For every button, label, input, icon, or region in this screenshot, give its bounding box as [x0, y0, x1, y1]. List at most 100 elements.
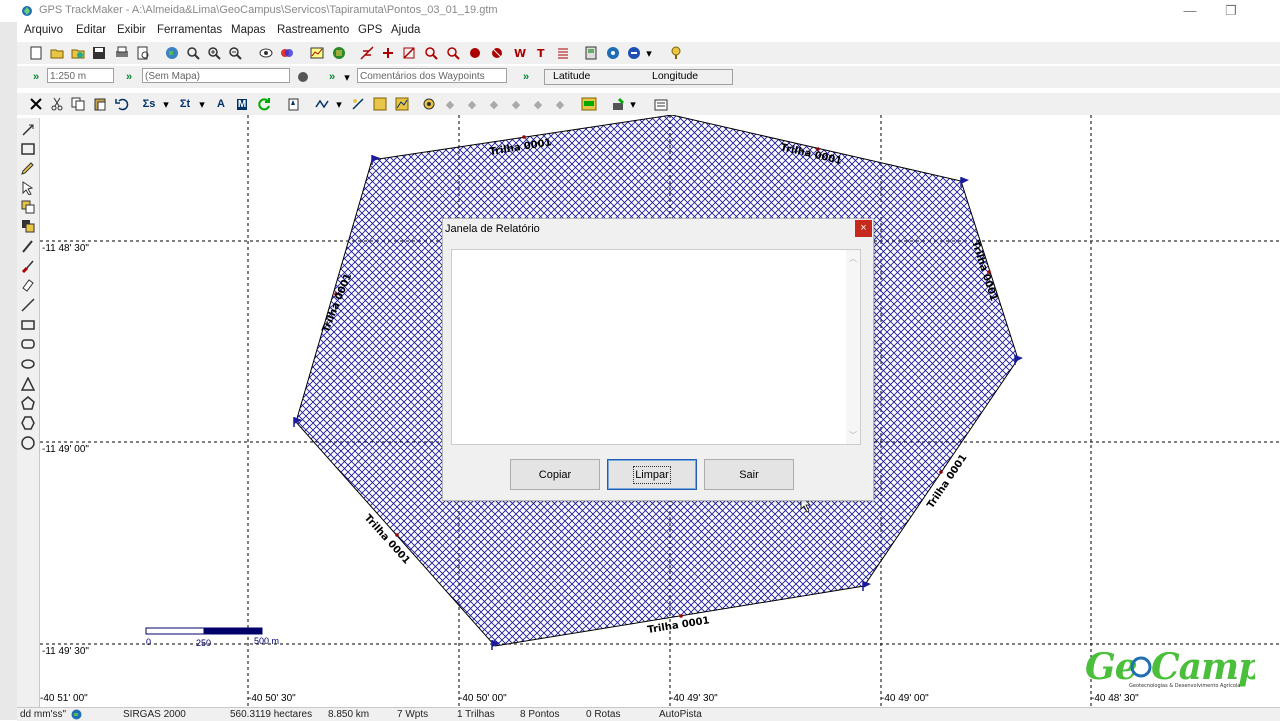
map-go-icon[interactable]: »: [120, 68, 138, 86]
grid-tool-icon[interactable]: [371, 95, 389, 113]
scroll-down-icon[interactable]: ﹀: [849, 430, 857, 441]
brush-icon[interactable]: [20, 258, 36, 274]
waypoint-edit-icon[interactable]: [488, 44, 506, 62]
exit-button[interactable]: Sair: [704, 459, 794, 490]
move-object-icon[interactable]: [20, 218, 36, 234]
status-format[interactable]: dd mm'ss": [20, 709, 66, 720]
rounded-rect-tool-icon[interactable]: [20, 336, 36, 352]
undo-icon[interactable]: [113, 95, 131, 113]
waypoint-flag-3[interactable]: [1014, 354, 1024, 366]
rectangle-tool-icon[interactable]: [20, 317, 36, 333]
waypoint-copy-icon[interactable]: [284, 95, 302, 113]
menu-arquivo[interactable]: Arquivo: [24, 24, 63, 36]
gps-globe-icon[interactable]: [330, 44, 348, 62]
disabled-tool-5-icon[interactable]: ◆: [529, 95, 547, 113]
open-folder-icon[interactable]: [48, 44, 66, 62]
chart-icon[interactable]: [308, 44, 326, 62]
disabled-tool-6-icon[interactable]: ◆: [551, 95, 569, 113]
profile-icon[interactable]: [393, 95, 411, 113]
comments-dropdown-icon[interactable]: ▾: [342, 68, 352, 86]
copy-icon[interactable]: [69, 95, 87, 113]
menu-editar[interactable]: Editar: [76, 24, 106, 36]
triangle-tool-icon[interactable]: [20, 376, 36, 392]
line-tool-icon[interactable]: [20, 297, 36, 313]
map-select-field[interactable]: (Sem Mapa): [142, 68, 290, 83]
waypoint-flag-4[interactable]: [862, 580, 872, 592]
track-dropdown-icon[interactable]: ▾: [334, 95, 344, 113]
gps-dropdown-icon[interactable]: ▾: [644, 44, 654, 62]
restore-button[interactable]: ❐: [1216, 2, 1246, 20]
pentagon-tool-icon[interactable]: [20, 395, 36, 411]
open-map-icon[interactable]: [69, 44, 87, 62]
measure-icon[interactable]: M: [233, 95, 251, 113]
zoom-icon[interactable]: [184, 44, 202, 62]
paint-dropdown-icon[interactable]: ▾: [628, 95, 638, 113]
ellipse-tool-icon[interactable]: [20, 356, 36, 372]
menu-mapas[interactable]: Mapas: [231, 24, 266, 36]
pencil-edit-icon[interactable]: [20, 160, 36, 176]
track-edit-icon[interactable]: [349, 95, 367, 113]
menu-gps[interactable]: GPS: [358, 24, 382, 36]
scale-field[interactable]: 1:250 m: [47, 68, 114, 83]
copy-button[interactable]: Copiar: [510, 459, 600, 490]
satellite-icon[interactable]: [604, 44, 622, 62]
refresh-icon[interactable]: [255, 95, 273, 113]
report-textarea[interactable]: ︿ ﹀: [451, 249, 861, 445]
weather-icon[interactable]: W: [510, 44, 528, 62]
menu-exibir[interactable]: Exibir: [117, 24, 146, 36]
paste-icon[interactable]: [91, 95, 109, 113]
disabled-tool-2-icon[interactable]: ◆: [463, 95, 481, 113]
dialog-close-button[interactable]: ×: [855, 220, 872, 237]
new-file-icon[interactable]: [27, 44, 45, 62]
zoom-in-icon[interactable]: [205, 44, 223, 62]
pointer-hand-icon[interactable]: [20, 122, 36, 138]
capture-icon[interactable]: [420, 95, 438, 113]
text-tool-icon[interactable]: T: [532, 44, 550, 62]
menu-ajuda[interactable]: Ajuda: [391, 24, 420, 36]
gps-badge-icon[interactable]: [580, 95, 598, 113]
track-line-icon[interactable]: [313, 95, 331, 113]
sum-dropdown-icon[interactable]: ▾: [161, 95, 171, 113]
delete-icon[interactable]: [27, 95, 45, 113]
zoom-out-icon[interactable]: [226, 44, 244, 62]
print-icon[interactable]: [113, 44, 131, 62]
clear-button[interactable]: Limpar: [607, 459, 697, 490]
comments-go-icon[interactable]: »: [323, 68, 341, 86]
view-icon[interactable]: [257, 44, 275, 62]
scale-go-icon[interactable]: »: [27, 68, 45, 86]
save-icon[interactable]: [90, 44, 108, 62]
route-tool-icon[interactable]: [379, 44, 397, 62]
area-dropdown-icon[interactable]: ▾: [197, 95, 207, 113]
eraser-icon[interactable]: [20, 277, 36, 293]
coord-go-icon[interactable]: »: [517, 68, 535, 86]
gps-connect-icon[interactable]: [625, 44, 643, 62]
zoom-track-icon[interactable]: [444, 44, 462, 62]
minimize-button[interactable]: —: [1175, 2, 1205, 20]
print-preview-icon[interactable]: [134, 44, 152, 62]
menu-rastreamento[interactable]: Rastreamento: [277, 24, 349, 36]
cut-icon[interactable]: [48, 95, 66, 113]
gps-device-icon[interactable]: [582, 44, 600, 62]
select-rectangle-icon[interactable]: [20, 141, 36, 157]
properties-icon[interactable]: [652, 95, 670, 113]
track-tool-icon[interactable]: [358, 44, 376, 62]
layers-color-icon[interactable]: [278, 44, 296, 62]
label-tool-icon[interactable]: A: [212, 95, 230, 113]
disabled-tool-1-icon[interactable]: ◆: [441, 95, 459, 113]
globe-icon[interactable]: [163, 44, 181, 62]
copy-object-icon[interactable]: [20, 199, 36, 215]
disabled-tool-4-icon[interactable]: ◆: [507, 95, 525, 113]
menu-ferramentas[interactable]: Ferramentas: [157, 24, 222, 36]
route-edit-icon[interactable]: [400, 44, 418, 62]
waypoint-comment-field[interactable]: Comentários dos Waypoints: [357, 68, 507, 83]
waypoint-red-icon[interactable]: [466, 44, 484, 62]
search-red-icon[interactable]: [422, 44, 440, 62]
arrow-select-icon[interactable]: [20, 180, 36, 196]
circle-tool-icon[interactable]: [20, 435, 36, 451]
paint-icon[interactable]: [609, 95, 627, 113]
sum-area-icon[interactable]: Σt: [176, 95, 194, 113]
hexagon-tool-icon[interactable]: [20, 415, 36, 431]
report-scrollbar[interactable]: ︿ ﹀: [846, 250, 860, 444]
status-autotrack[interactable]: AutoPista: [659, 709, 702, 720]
sum-distance-icon[interactable]: Σs: [140, 95, 158, 113]
